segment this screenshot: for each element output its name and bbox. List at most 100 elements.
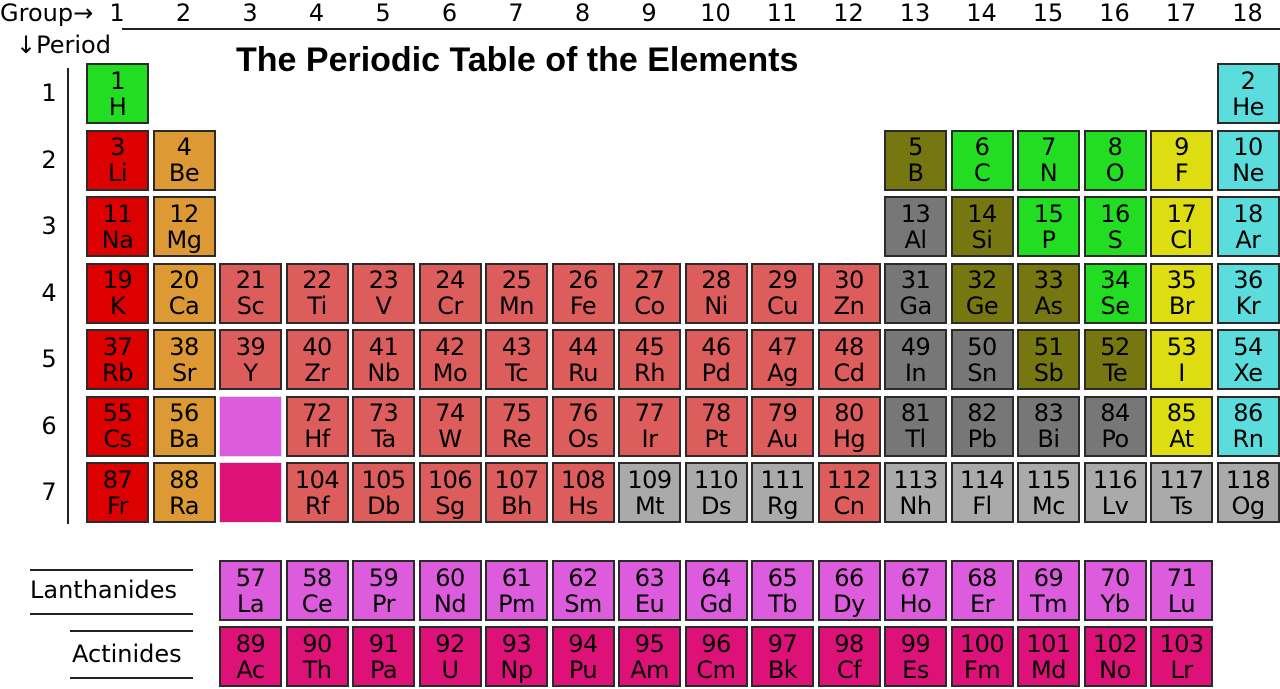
element-np[interactable]: 93 Np — [485, 626, 548, 687]
element-sn[interactable]: 50 Sn — [950, 329, 1014, 390]
element-w[interactable]: 74 W — [418, 395, 482, 457]
element-ga[interactable]: 31 Ga — [884, 262, 947, 324]
element-ne[interactable]: 10 Ne — [1216, 129, 1280, 191]
element-li[interactable]: 3 Li — [86, 129, 149, 191]
element-eu[interactable]: 63 Eu — [618, 560, 681, 621]
element-mo[interactable]: 42 Mo — [418, 329, 482, 390]
element-cu[interactable]: 29 Cu — [751, 262, 814, 324]
element-cn[interactable]: 112 Cn — [817, 462, 881, 523]
element-ce[interactable]: 58 Ce — [285, 560, 349, 621]
element-xe[interactable]: 54 Xe — [1216, 329, 1280, 390]
element-tb[interactable]: 65 Tb — [751, 560, 814, 621]
element-pm[interactable]: 61 Pm — [485, 560, 548, 621]
element-no[interactable]: 102 No — [1083, 626, 1147, 687]
element-ar[interactable]: 18 Ar — [1216, 196, 1280, 257]
placeholder-lanthanide-series[interactable] — [219, 395, 282, 457]
element-cf[interactable]: 98 Cf — [817, 626, 881, 687]
element-bh[interactable]: 107 Bh — [485, 462, 548, 523]
element-fe[interactable]: 26 Fe — [551, 262, 615, 324]
element-ra[interactable]: 88 Ra — [152, 462, 216, 523]
element-k[interactable]: 19 K — [86, 262, 149, 324]
element-am[interactable]: 95 Am — [618, 626, 681, 687]
element-zr[interactable]: 40 Zr — [285, 329, 349, 390]
element-hf[interactable]: 72 Hf — [285, 395, 349, 457]
element-ni[interactable]: 28 Ni — [684, 262, 748, 324]
element-fr[interactable]: 87 Fr — [86, 462, 149, 523]
element-c[interactable]: 6C — [950, 129, 1014, 191]
element-cl[interactable]: 17 Cl — [1150, 196, 1213, 257]
element-ba[interactable]: 56 Ba — [152, 395, 216, 457]
element-rh[interactable]: 45 Rh — [618, 329, 681, 390]
element-v[interactable]: 23 V — [352, 262, 415, 324]
element-mt[interactable]: 109 Mt — [618, 462, 681, 523]
element-pa[interactable]: 91 Pa — [352, 626, 415, 687]
element-ag[interactable]: 47 Ag — [751, 329, 814, 390]
element-rn[interactable]: 86 Rn — [1216, 395, 1280, 457]
element-ge[interactable]: 32 Ge — [950, 262, 1014, 324]
element-pr[interactable]: 59 Pr — [352, 560, 415, 621]
element-al[interactable]: 13 Al — [884, 196, 947, 257]
element-pu[interactable]: 94 Pu — [551, 626, 615, 687]
element-au[interactable]: 79 Au — [751, 395, 814, 457]
element-lr[interactable]: 103 Lr — [1150, 626, 1213, 687]
element-rb[interactable]: 37 Rb — [86, 329, 149, 390]
element-md[interactable]: 101 Md — [1017, 626, 1080, 687]
element-cd[interactable]: 48 Cd — [817, 329, 881, 390]
element-lv[interactable]: 116 Lv — [1083, 462, 1147, 523]
element-nh[interactable]: 113 Nh — [884, 462, 947, 523]
element-hs[interactable]: 108 Hs — [551, 462, 615, 523]
element-sb[interactable]: 51 Sb — [1017, 329, 1080, 390]
element-bk[interactable]: 97 Bk — [751, 626, 814, 687]
element-kr[interactable]: 36 Kr — [1216, 262, 1280, 324]
element-co[interactable]: 27 Co — [618, 262, 681, 324]
element-pt[interactable]: 78 Pt — [684, 395, 748, 457]
element-he[interactable]: 2 He — [1216, 63, 1280, 124]
element-te[interactable]: 52 Te — [1083, 329, 1147, 390]
element-bi[interactable]: 83 Bi — [1017, 395, 1080, 457]
element-at[interactable]: 85 At — [1150, 395, 1213, 457]
element-yb[interactable]: 70 Yb — [1083, 560, 1147, 621]
element-fl[interactable]: 114 Fl — [950, 462, 1014, 523]
element-dy[interactable]: 66 Dy — [817, 560, 881, 621]
element-be[interactable]: 4 Be — [152, 129, 216, 191]
element-y[interactable]: 39 Y — [219, 329, 282, 390]
element-si[interactable]: 14 Si — [950, 196, 1014, 257]
element-ti[interactable]: 22 Ti — [285, 262, 349, 324]
element-i[interactable]: 53 I — [1150, 329, 1213, 390]
element-la[interactable]: 57 La — [219, 560, 282, 621]
element-tc[interactable]: 43 Tc — [485, 329, 548, 390]
element-ds[interactable]: 110 Ds — [684, 462, 748, 523]
element-gd[interactable]: 64 Gd — [684, 560, 748, 621]
element-h[interactable]: 1H — [86, 63, 149, 124]
element-na[interactable]: 11 Na — [86, 196, 149, 257]
element-er[interactable]: 68 Er — [950, 560, 1014, 621]
element-sg[interactable]: 106 Sg — [418, 462, 482, 523]
element-nb[interactable]: 41 Nb — [352, 329, 415, 390]
element-os[interactable]: 76 Os — [551, 395, 615, 457]
element-cm[interactable]: 96 Cm — [684, 626, 748, 687]
element-th[interactable]: 90 Th — [285, 626, 349, 687]
element-p[interactable]: 15 P — [1017, 196, 1080, 257]
element-hg[interactable]: 80 Hg — [817, 395, 881, 457]
element-rf[interactable]: 104 Rf — [285, 462, 349, 523]
element-rg[interactable]: 111 Rg — [751, 462, 814, 523]
element-br[interactable]: 35 Br — [1150, 262, 1213, 324]
element-cs[interactable]: 55 Cs — [86, 395, 149, 457]
placeholder-actinide-series[interactable] — [219, 462, 282, 523]
element-ca[interactable]: 20 Ca — [152, 262, 216, 324]
element-mg[interactable]: 12 Mg — [152, 196, 216, 257]
element-f[interactable]: 9F — [1150, 129, 1213, 191]
element-o[interactable]: 8O — [1083, 129, 1147, 191]
element-tm[interactable]: 69 Tm — [1017, 560, 1080, 621]
element-u[interactable]: 92 U — [418, 626, 482, 687]
element-nd[interactable]: 60 Nd — [418, 560, 482, 621]
element-pd[interactable]: 46 Pd — [684, 329, 748, 390]
element-re[interactable]: 75 Re — [485, 395, 548, 457]
element-mn[interactable]: 25 Mn — [485, 262, 548, 324]
element-as[interactable]: 33 As — [1017, 262, 1080, 324]
element-ts[interactable]: 117 Ts — [1150, 462, 1213, 523]
element-s[interactable]: 16 S — [1083, 196, 1147, 257]
element-se[interactable]: 34 Se — [1083, 262, 1147, 324]
element-fm[interactable]: 100 Fm — [950, 626, 1014, 687]
element-ac[interactable]: 89 Ac — [219, 626, 282, 687]
